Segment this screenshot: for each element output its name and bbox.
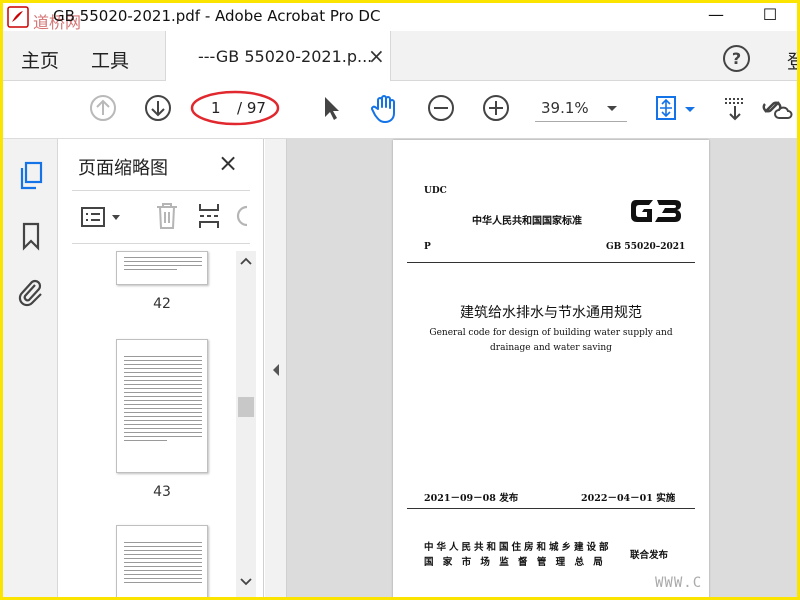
gb-logo-icon: [631, 200, 681, 222]
document-view[interactable]: UDC 中华人民共和国国家标准 P GB 55020–2021 建筑给水排水与节…: [287, 139, 797, 597]
title-chinese: 建筑给水排水与节水通用规范: [460, 305, 642, 321]
footer-rule: [407, 508, 695, 509]
zoom-value[interactable]: 39.1%: [541, 99, 589, 117]
left-navigation-rail: [3, 139, 58, 597]
tab-home[interactable]: 主页: [21, 46, 59, 73]
zoom-out-icon[interactable]: [427, 94, 455, 122]
acrobat-window: 道桥网 GB 55020-2021.pdf - Adobe Acrobat Pr…: [3, 3, 797, 597]
thumbnail-options-icon[interactable]: [80, 205, 124, 229]
issue-date: 2021－09－08 发布: [424, 493, 519, 504]
ministry-line-1: 中华人民共和国住房和城乡建设部: [424, 542, 612, 553]
document-tab-label: ---GB 55020-2021.p...: [198, 47, 373, 66]
thumbnail-scrollbar[interactable]: [236, 251, 256, 597]
scrolling-mode-icon[interactable]: [721, 94, 749, 122]
window-title: GB 55020-2021.pdf - Adobe Acrobat Pro DC: [53, 7, 381, 25]
main-toolbar: 1 / 97 39.1%: [3, 81, 797, 139]
next-page-icon[interactable]: [144, 94, 172, 122]
collapse-chevron-left-icon[interactable]: [272, 363, 280, 377]
delete-page-icon[interactable]: [154, 201, 180, 231]
rotate-page-icon[interactable]: [234, 203, 250, 229]
page-fit-chevron-down-icon[interactable]: [685, 107, 695, 112]
maximize-button[interactable]: ☐: [755, 5, 785, 27]
page-number-field[interactable]: 1 / 97: [190, 90, 280, 126]
tab-document[interactable]: ---GB 55020-2021.p... ×: [165, 31, 391, 81]
p-classification: P: [424, 242, 431, 252]
effective-date: 2022－04－01 实施: [581, 493, 676, 504]
standard-number: GB 55020–2021: [606, 242, 686, 252]
zoom-dropdown-chevron-icon[interactable]: [607, 106, 617, 111]
thumbnail-page-44[interactable]: [116, 525, 208, 597]
scroll-up-chevron-icon[interactable]: [240, 256, 252, 266]
tab-tools[interactable]: 工具: [91, 46, 129, 73]
close-tab-button[interactable]: ×: [368, 44, 385, 68]
joint-issue-label: 联合发布: [630, 550, 669, 561]
acrobat-logo-icon: [7, 6, 29, 28]
hand-tool-icon[interactable]: [369, 94, 399, 124]
standard-type: 中华人民共和国国家标准: [472, 216, 582, 227]
attachments-icon[interactable]: [17, 277, 45, 307]
page-thumbnails-icon[interactable]: [18, 161, 44, 191]
divider: [72, 243, 250, 244]
sign-in-button[interactable]: 登: [787, 47, 797, 74]
divider: [72, 190, 250, 191]
close-panel-button[interactable]: ×: [218, 149, 238, 177]
scrollbar-thumb[interactable]: [238, 397, 254, 417]
previous-page-icon[interactable]: [89, 94, 117, 122]
udc-label: UDC: [424, 186, 447, 196]
red-circle-annotation: [190, 90, 280, 126]
scroll-down-chevron-icon[interactable]: [240, 577, 252, 587]
title-bar: 道桥网 GB 55020-2021.pdf - Adobe Acrobat Pr…: [3, 3, 797, 32]
thumbnail-page-number: 43: [153, 484, 171, 500]
zoom-in-icon[interactable]: [482, 94, 510, 122]
total-pages: / 97: [237, 99, 266, 117]
pdf-page-cover: UDC 中华人民共和国国家标准 P GB 55020–2021 建筑给水排水与节…: [393, 140, 709, 597]
ministry-line-2: 国 家 市 场 监 督 管 理 总 局: [424, 557, 606, 568]
minimize-button[interactable]: —: [701, 5, 731, 27]
site-watermark-bottom: WWW.C: [655, 575, 703, 591]
panel-title: 页面缩略图: [78, 158, 168, 179]
share-link-icon[interactable]: [759, 94, 793, 122]
current-page[interactable]: 1: [211, 99, 221, 117]
page-thumbnails-panel: 页面缩略图 × 42 43: [58, 139, 264, 597]
page-fit-icon[interactable]: [653, 94, 679, 122]
tab-bar: 主页 工具 ---GB 55020-2021.p... × ? 登: [3, 31, 797, 81]
title-english: General code for design of building wate…: [429, 328, 673, 353]
header-rule: [407, 262, 695, 263]
issuing-authorities: 中华人民共和国住房和城乡建设部 国 家 市 场 监 督 管 理 总 局: [424, 540, 612, 570]
bookmarks-icon[interactable]: [20, 221, 42, 251]
select-cursor-icon[interactable]: [319, 94, 343, 122]
thumbnail-page-43[interactable]: [116, 339, 208, 473]
help-icon[interactable]: ?: [723, 45, 750, 72]
thumbnail-page-42[interactable]: [116, 251, 208, 285]
thumbnail-page-number: 42: [153, 296, 171, 312]
insert-page-icon[interactable]: [196, 201, 222, 231]
collapse-panel-handle[interactable]: [265, 139, 287, 597]
